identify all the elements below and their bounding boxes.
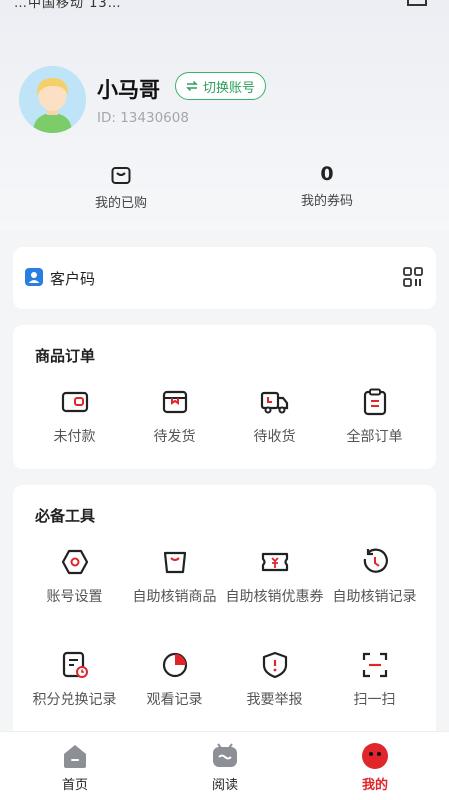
orders-card: 商品订单 未付款 待发货 待收货 全部订单 xyxy=(13,325,436,469)
tool-scan-label: 扫一扫 xyxy=(353,692,396,708)
tab-read-label: 阅读 xyxy=(211,778,238,793)
points-record-icon xyxy=(62,651,88,678)
coupons-count: 0 xyxy=(320,163,334,185)
customer-code-label: 客户码 xyxy=(50,270,96,288)
tool-scan[interactable]: 扫一扫 xyxy=(322,650,427,710)
order-all-label: 全部订单 xyxy=(346,429,403,445)
home-icon xyxy=(64,745,86,768)
order-to-receive[interactable]: 待收货 xyxy=(222,387,327,447)
coupon-icon xyxy=(261,552,288,572)
tool-report-label: 我要举报 xyxy=(246,692,303,708)
bag-small-icon xyxy=(111,167,131,184)
avatar[interactable] xyxy=(19,66,86,133)
status-bar-text: …中国移动 13… xyxy=(14,0,122,11)
tool-watch-history[interactable]: 观看记录 xyxy=(122,650,227,710)
tool-account-settings[interactable]: 账号设置 xyxy=(22,547,127,607)
tab-home-label: 首页 xyxy=(61,778,88,793)
switch-account-button[interactable]: 切换账号 xyxy=(175,72,267,100)
switch-icon xyxy=(186,80,198,92)
read-icon xyxy=(213,743,237,767)
tool-points-records[interactable]: 积分兑换记录 xyxy=(22,650,127,710)
mine-icon xyxy=(362,743,388,769)
settings-icon xyxy=(61,549,88,575)
profile-section: 小马哥 切换账号 ID: 13430608 xyxy=(19,66,429,136)
order-to-ship[interactable]: 待发货 xyxy=(122,387,227,447)
order-unpaid[interactable]: 未付款 xyxy=(22,387,127,447)
stats-row: 我的已购 0 我的券码 xyxy=(0,162,449,222)
tab-mine-label: 我的 xyxy=(361,778,388,793)
tool-self-redeem-records[interactable]: 自助核销记录 xyxy=(322,547,427,607)
tool-self-redeem-coupon-label: 自助核销优惠券 xyxy=(225,589,324,605)
tool-self-redeem-records-label: 自助核销记录 xyxy=(332,589,417,605)
wallet-icon xyxy=(61,391,88,413)
user-id: ID: 13430608 xyxy=(97,110,189,126)
tab-read[interactable]: 阅读 xyxy=(185,742,265,793)
qr-code-icon[interactable] xyxy=(403,267,423,287)
tool-report[interactable]: 我要举报 xyxy=(222,650,327,710)
user-badge-icon xyxy=(25,268,43,286)
customer-code-card[interactable]: 客户码 xyxy=(13,247,436,309)
order-all[interactable]: 全部订单 xyxy=(322,387,427,447)
status-bar: …中国移动 13… xyxy=(0,0,449,12)
avatar-illustration xyxy=(19,66,86,133)
order-to-receive-label: 待收货 xyxy=(253,429,296,445)
tool-self-redeem-goods[interactable]: 自助核销商品 xyxy=(122,547,227,607)
box-icon xyxy=(162,390,187,414)
order-to-ship-label: 待发货 xyxy=(153,429,196,445)
bag-icon xyxy=(163,551,186,574)
purchased-stat[interactable]: 我的已购 xyxy=(51,162,191,211)
coupons-label: 我的券码 xyxy=(300,194,353,209)
pie-icon xyxy=(162,652,187,678)
purchased-label: 我的已购 xyxy=(94,196,147,211)
bottom-tab-bar: 首页 阅读 我的 xyxy=(0,731,449,800)
order-unpaid-label: 未付款 xyxy=(53,429,96,445)
tool-account-settings-label: 账号设置 xyxy=(46,589,103,605)
status-icon xyxy=(407,0,427,6)
history-icon xyxy=(363,548,388,573)
tool-watch-history-label: 观看记录 xyxy=(146,692,203,708)
username: 小马哥 xyxy=(97,78,160,102)
tools-title: 必备工具 xyxy=(35,507,96,525)
tool-points-records-label: 积分兑换记录 xyxy=(32,692,117,708)
clipboard-icon xyxy=(363,388,386,416)
tab-mine[interactable]: 我的 xyxy=(335,742,415,793)
orders-title: 商品订单 xyxy=(35,347,96,365)
tab-home[interactable]: 首页 xyxy=(35,742,115,793)
tools-card: 必备工具 账号设置 自助核销商品 自助核销优惠券 自助核销记录 积分兑换记录 观… xyxy=(13,485,436,745)
tool-self-redeem-goods-label: 自助核销商品 xyxy=(132,589,217,605)
switch-account-label: 切换账号 xyxy=(203,80,256,96)
scan-icon xyxy=(362,652,387,678)
coupons-stat[interactable]: 0 我的券码 xyxy=(257,162,397,209)
report-icon xyxy=(262,651,287,679)
truck-icon xyxy=(260,391,288,414)
tool-self-redeem-coupon[interactable]: 自助核销优惠券 xyxy=(222,547,327,607)
